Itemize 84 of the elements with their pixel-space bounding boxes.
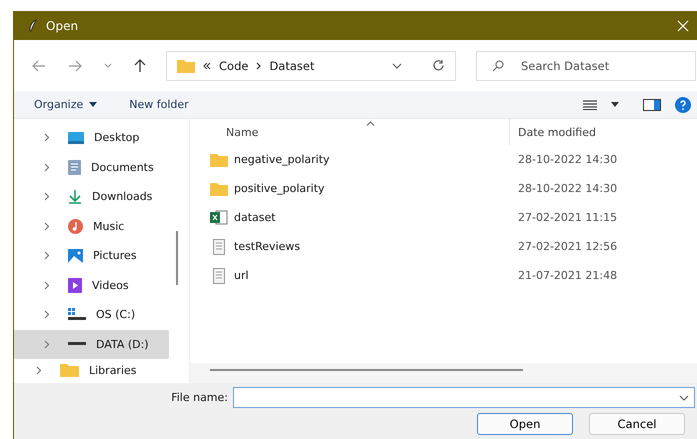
- chevron-right-icon[interactable]: [44, 280, 50, 290]
- file-name[interactable]: dataset: [234, 211, 276, 224]
- sidebar-label: Libraries: [89, 364, 137, 376]
- sidebar-item[interactable]: Music: [14, 212, 169, 241]
- drive-icon: [68, 342, 86, 346]
- sidebar-label: DATA (D:): [96, 338, 149, 351]
- sort-caret-icon: [366, 121, 375, 126]
- chevron-right-icon[interactable]: [44, 192, 50, 202]
- desktop-icon: [68, 132, 84, 144]
- windows-drive-icon: [68, 308, 86, 322]
- sidebar-item[interactable]: DATA (D:): [14, 330, 169, 359]
- chevron-right-icon[interactable]: [44, 162, 50, 172]
- cancel-button[interactable]: Cancel: [589, 413, 685, 435]
- music-note-icon: [68, 218, 83, 234]
- sidebar-label: Music: [93, 220, 124, 233]
- chevron-down-icon[interactable]: [392, 62, 402, 68]
- sidebar-item[interactable]: Libraries: [14, 359, 169, 381]
- breadcrumb-segment[interactable]: Code: [219, 58, 248, 72]
- chevron-right-icon[interactable]: [44, 310, 50, 320]
- sidebar-item[interactable]: Pictures: [14, 241, 169, 270]
- folder-icon: [60, 363, 79, 377]
- file-name-field[interactable]: [233, 387, 695, 408]
- chevron-right-icon[interactable]: [44, 251, 50, 260]
- double-chevron-icon: [203, 62, 211, 68]
- open-button[interactable]: Open: [477, 413, 573, 435]
- window-title: Open: [46, 18, 78, 32]
- date-modified: 21-07-2021 21:48: [517, 269, 618, 282]
- back-icon[interactable]: [32, 60, 46, 72]
- file-name[interactable]: negative_polarity: [234, 153, 330, 166]
- folder-icon: [210, 152, 228, 166]
- search-field[interactable]: Search Dataset: [476, 50, 696, 80]
- organize-button[interactable]: Organize: [30, 96, 102, 113]
- feather-icon: [28, 18, 38, 32]
- chevron-right-icon[interactable]: [44, 133, 50, 142]
- document-icon: [68, 160, 81, 175]
- sidebar-label: Pictures: [93, 249, 137, 262]
- column-header[interactable]: Date modified: [510, 126, 596, 145]
- download-icon: [68, 189, 82, 204]
- text-file-icon: [210, 238, 228, 254]
- sidebar-item[interactable]: Downloads: [14, 182, 169, 212]
- chevron-right-icon[interactable]: [44, 222, 50, 231]
- chevron-right-icon: [256, 62, 262, 70]
- date-modified: 28-10-2022 14:30: [517, 182, 618, 195]
- date-modified: 27-02-2021 12:56: [517, 240, 618, 253]
- close-icon[interactable]: [677, 20, 689, 32]
- scrollbar-thumb[interactable]: [210, 369, 523, 371]
- scrollbar-thumb[interactable]: [176, 231, 178, 285]
- forward-icon[interactable]: [68, 60, 82, 72]
- sidebar-label: OS (C:): [96, 308, 136, 322]
- caret-down-icon[interactable]: [611, 102, 619, 107]
- help-icon[interactable]: [675, 96, 691, 112]
- sidebar-label: Desktop: [94, 131, 140, 144]
- sidebar-label: Videos: [92, 278, 129, 292]
- sidebar-item[interactable]: Desktop: [14, 123, 169, 152]
- new-folder-button[interactable]: New folder: [125, 96, 193, 113]
- address-bar[interactable]: Code Dataset: [166, 50, 456, 80]
- sidebar-item[interactable]: Videos: [14, 270, 169, 300]
- date-modified: 28-10-2022 14:30: [517, 153, 618, 166]
- view-list-icon[interactable]: [583, 100, 597, 110]
- refresh-icon[interactable]: [432, 59, 445, 72]
- search-icon: [492, 60, 504, 72]
- caret-down-icon: [89, 102, 98, 107]
- column-header[interactable]: Name: [190, 119, 510, 145]
- preview-pane-icon[interactable]: [643, 98, 661, 110]
- chevron-right-icon[interactable]: [36, 366, 42, 374]
- sidebar-label: Documents: [91, 160, 154, 174]
- file-name[interactable]: testReviews: [234, 240, 300, 253]
- folder-icon: [210, 182, 228, 196]
- up-arrow-icon[interactable]: [134, 58, 146, 72]
- breadcrumb-segment[interactable]: Dataset: [269, 58, 314, 72]
- sidebar-item[interactable]: OS (C:): [14, 300, 169, 330]
- folder-icon: [177, 58, 195, 72]
- file-name[interactable]: url: [234, 269, 249, 282]
- chevron-down-icon[interactable]: [679, 395, 689, 401]
- spreadsheet-icon: [210, 210, 228, 225]
- picture-icon: [68, 248, 83, 263]
- file-name[interactable]: positive_polarity: [234, 182, 325, 195]
- file-name-label: File name:: [171, 391, 228, 404]
- sidebar-item[interactable]: Documents: [14, 152, 169, 182]
- video-icon: [68, 278, 82, 293]
- sidebar-label: Downloads: [92, 190, 152, 204]
- chevron-right-icon[interactable]: [44, 340, 50, 349]
- text-file-icon: [210, 268, 228, 284]
- date-modified: 27-02-2021 11:15: [517, 211, 618, 224]
